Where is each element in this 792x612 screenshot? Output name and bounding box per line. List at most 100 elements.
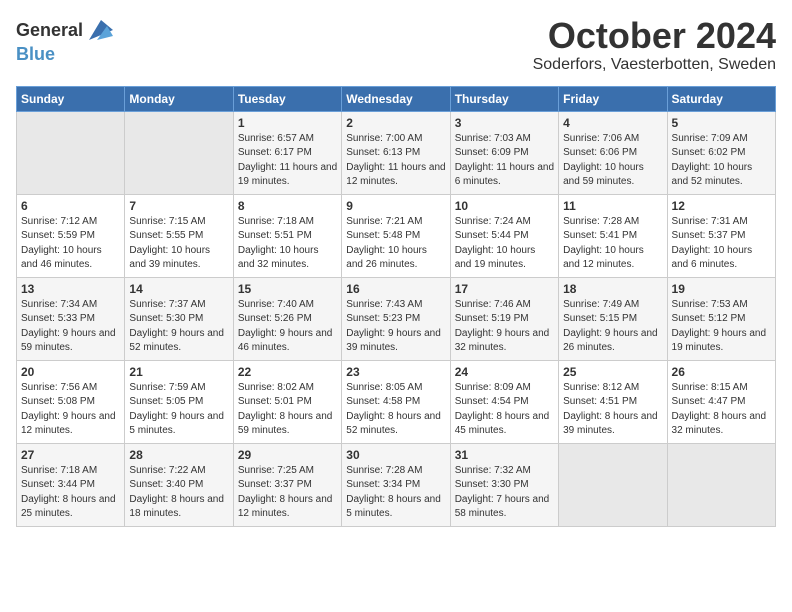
weekday-header: Tuesday (233, 86, 341, 111)
calendar-day-cell: 18 Sunrise: 7:49 AMSunset: 5:15 PMDayligh… (559, 277, 667, 360)
calendar-day-cell: 2 Sunrise: 7:00 AMSunset: 6:13 PMDaylight… (342, 111, 450, 194)
calendar-day-cell (667, 443, 775, 526)
calendar-week-row: 27 Sunrise: 7:18 AMSunset: 3:44 PMDayligh… (17, 443, 776, 526)
day-number: 3 (455, 116, 554, 130)
day-detail: Sunrise: 7:22 AMSunset: 3:40 PMDaylight:… (129, 464, 228, 522)
day-number: 18 (563, 282, 662, 296)
day-detail: Sunrise: 7:12 AMSunset: 5:59 PMDaylight:… (21, 215, 120, 273)
calendar-day-cell (559, 443, 667, 526)
day-detail: Sunrise: 7:34 AMSunset: 5:33 PMDaylight:… (21, 298, 120, 356)
day-number: 16 (346, 282, 445, 296)
calendar-week-row: 20 Sunrise: 7:56 AMSunset: 5:08 PMDayligh… (17, 360, 776, 443)
logo-general: General (16, 20, 83, 41)
calendar-day-cell: 7 Sunrise: 7:15 AMSunset: 5:55 PMDaylight… (125, 194, 233, 277)
calendar-day-cell: 15Sunrise: 7:40 AMSunset: 5:26 PMDayligh… (233, 277, 341, 360)
day-number: 1 (238, 116, 337, 130)
calendar-week-row: 13 Sunrise: 7:34 AMSunset: 5:33 PMDayligh… (17, 277, 776, 360)
day-detail: Sunrise: 7:37 AMSunset: 5:30 PMDaylight:… (129, 298, 228, 356)
calendar-day-cell: 8 Sunrise: 7:18 AMSunset: 5:51 PMDaylight… (233, 194, 341, 277)
day-detail: Sunrise: 7:56 AMSunset: 5:08 PMDaylight:… (21, 381, 120, 439)
calendar-table: SundayMondayTuesdayWednesdayThursdayFrid… (16, 86, 776, 527)
logo-blue: Blue (16, 44, 55, 65)
day-detail: Sunrise: 7:31 AMSunset: 5:37 PMDaylight:… (672, 215, 771, 273)
weekday-header: Thursday (450, 86, 558, 111)
calendar-day-cell (17, 111, 125, 194)
day-number: 28 (129, 448, 228, 462)
day-detail: Sunrise: 7:00 AMSunset: 6:13 PMDaylight:… (346, 132, 445, 190)
month-title: October 2024 (533, 16, 776, 56)
day-detail: Sunrise: 7:15 AMSunset: 5:55 PMDaylight:… (129, 215, 228, 273)
day-number: 29 (238, 448, 337, 462)
day-number: 21 (129, 365, 228, 379)
day-detail: Sunrise: 7:24 AMSunset: 5:44 PMDaylight:… (455, 215, 554, 273)
day-detail: Sunrise: 7:46 AMSunset: 5:19 PMDaylight:… (455, 298, 554, 356)
logo-icon (85, 16, 113, 44)
day-detail: Sunrise: 7:49 AMSunset: 5:15 PMDaylight:… (563, 298, 662, 356)
day-number: 14 (129, 282, 228, 296)
calendar-day-cell: 3Sunrise: 7:03 AMSunset: 6:09 PMDaylight… (450, 111, 558, 194)
calendar-day-cell: 25Sunrise: 8:12 AMSunset: 4:51 PMDayligh… (559, 360, 667, 443)
title-block: October 2024 Soderfors, Vaesterbotten, S… (533, 16, 776, 74)
weekday-header: Wednesday (342, 86, 450, 111)
day-detail: Sunrise: 8:12 AMSunset: 4:51 PMDaylight:… (563, 381, 662, 439)
calendar-day-cell: 24 Sunrise: 8:09 AMSunset: 4:54 PMDayligh… (450, 360, 558, 443)
day-number: 26 (672, 365, 771, 379)
day-number: 10 (455, 199, 554, 213)
day-detail: Sunrise: 7:18 AMSunset: 3:44 PMDaylight:… (21, 464, 120, 522)
calendar-week-row: 6 Sunrise: 7:12 AMSunset: 5:59 PMDaylight… (17, 194, 776, 277)
calendar-day-cell: 14 Sunrise: 7:37 AMSunset: 5:30 PMDayligh… (125, 277, 233, 360)
day-number: 8 (238, 199, 337, 213)
calendar-day-cell: 23Sunrise: 8:05 AMSunset: 4:58 PMDayligh… (342, 360, 450, 443)
calendar-day-cell: 31 Sunrise: 7:32 AMSunset: 3:30 PMDayligh… (450, 443, 558, 526)
day-number: 27 (21, 448, 120, 462)
day-number: 5 (672, 116, 771, 130)
weekday-header: Monday (125, 86, 233, 111)
weekday-header: Sunday (17, 86, 125, 111)
day-number: 9 (346, 199, 445, 213)
location-title: Soderfors, Vaesterbotten, Sweden (533, 56, 776, 74)
page-header: General Blue October 2024 Soderfors, Vae… (16, 16, 776, 74)
day-detail: Sunrise: 8:09 AMSunset: 4:54 PMDaylight:… (455, 381, 554, 439)
day-number: 17 (455, 282, 554, 296)
day-detail: Sunrise: 7:32 AMSunset: 3:30 PMDaylight:… (455, 464, 554, 522)
day-detail: Sunrise: 7:28 AMSunset: 3:34 PMDaylight:… (346, 464, 445, 522)
calendar-day-cell: 11Sunrise: 7:28 AMSunset: 5:41 PMDayligh… (559, 194, 667, 277)
day-number: 11 (563, 199, 662, 213)
calendar-day-cell: 5 Sunrise: 7:09 AMSunset: 6:02 PMDaylight… (667, 111, 775, 194)
calendar-day-cell: 22Sunrise: 8:02 AMSunset: 5:01 PMDayligh… (233, 360, 341, 443)
calendar-day-cell: 13 Sunrise: 7:34 AMSunset: 5:33 PMDayligh… (17, 277, 125, 360)
day-number: 4 (563, 116, 662, 130)
calendar-day-cell: 6 Sunrise: 7:12 AMSunset: 5:59 PMDaylight… (17, 194, 125, 277)
day-number: 2 (346, 116, 445, 130)
day-number: 24 (455, 365, 554, 379)
day-number: 15 (238, 282, 337, 296)
calendar-day-cell: 21Sunrise: 7:59 AMSunset: 5:05 PMDayligh… (125, 360, 233, 443)
day-number: 13 (21, 282, 120, 296)
calendar-day-cell (125, 111, 233, 194)
weekday-header: Friday (559, 86, 667, 111)
day-number: 12 (672, 199, 771, 213)
day-detail: Sunrise: 7:25 AMSunset: 3:37 PMDaylight:… (238, 464, 337, 522)
logo: General Blue (16, 16, 113, 65)
calendar-day-cell: 4Sunrise: 7:06 AMSunset: 6:06 PMDaylight… (559, 111, 667, 194)
day-detail: Sunrise: 7:18 AMSunset: 5:51 PMDaylight:… (238, 215, 337, 273)
weekday-header: Saturday (667, 86, 775, 111)
weekday-header-row: SundayMondayTuesdayWednesdayThursdayFrid… (17, 86, 776, 111)
calendar-day-cell: 12 Sunrise: 7:31 AMSunset: 5:37 PMDayligh… (667, 194, 775, 277)
day-detail: Sunrise: 6:57 AMSunset: 6:17 PMDaylight:… (238, 132, 337, 190)
calendar-day-cell: 27 Sunrise: 7:18 AMSunset: 3:44 PMDayligh… (17, 443, 125, 526)
day-number: 23 (346, 365, 445, 379)
day-detail: Sunrise: 7:53 AMSunset: 5:12 PMDaylight:… (672, 298, 771, 356)
calendar-day-cell: 28 Sunrise: 7:22 AMSunset: 3:40 PMDayligh… (125, 443, 233, 526)
day-number: 19 (672, 282, 771, 296)
calendar-day-cell: 9 Sunrise: 7:21 AMSunset: 5:48 PMDaylight… (342, 194, 450, 277)
day-number: 7 (129, 199, 228, 213)
day-detail: Sunrise: 8:15 AMSunset: 4:47 PMDaylight:… (672, 381, 771, 439)
day-detail: Sunrise: 7:21 AMSunset: 5:48 PMDaylight:… (346, 215, 445, 273)
day-number: 6 (21, 199, 120, 213)
calendar-day-cell: 20 Sunrise: 7:56 AMSunset: 5:08 PMDayligh… (17, 360, 125, 443)
calendar-week-row: 1 Sunrise: 6:57 AMSunset: 6:17 PMDaylight… (17, 111, 776, 194)
day-detail: Sunrise: 7:09 AMSunset: 6:02 PMDaylight:… (672, 132, 771, 190)
day-number: 20 (21, 365, 120, 379)
day-number: 31 (455, 448, 554, 462)
